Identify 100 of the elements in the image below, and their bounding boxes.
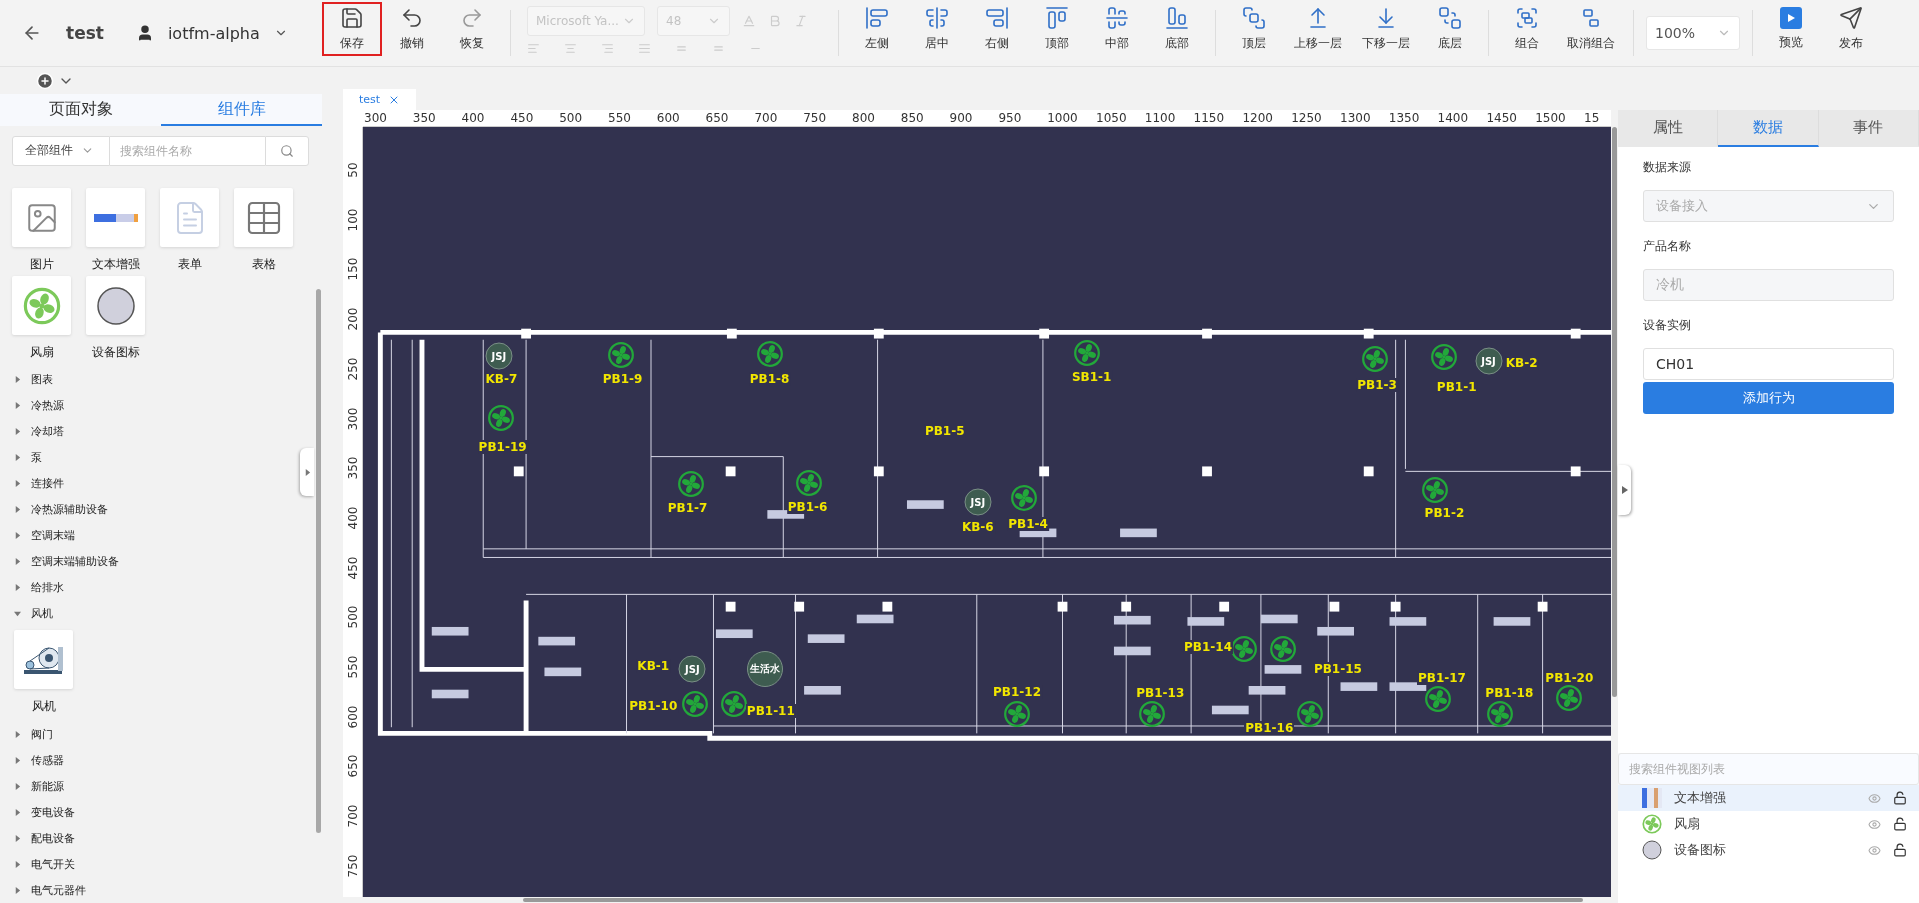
search-button[interactable] bbox=[265, 135, 309, 166]
user-name[interactable]: iotfm-alpha bbox=[167, 23, 260, 43]
text-color-icon[interactable] bbox=[742, 14, 756, 28]
pillar-mark bbox=[725, 466, 736, 477]
category-item[interactable]: 空调末端辅助设备 bbox=[14, 548, 322, 574]
pump-marker: JSJ bbox=[485, 342, 513, 370]
undo-button[interactable]: 撤销 bbox=[382, 2, 442, 56]
device-label: PB1-13 bbox=[1135, 685, 1186, 700]
component-tile[interactable] bbox=[234, 188, 293, 247]
category-select[interactable]: 全部组件 bbox=[12, 135, 110, 166]
publish-button[interactable]: 发布 bbox=[1821, 2, 1881, 56]
document-tab[interactable]: test bbox=[343, 89, 416, 110]
vcenter-button[interactable]: 中部 bbox=[1087, 2, 1147, 56]
back-button[interactable]: 底层 bbox=[1420, 2, 1480, 56]
unlock-icon[interactable] bbox=[1893, 817, 1907, 831]
bottom-button[interactable]: 底部 bbox=[1147, 2, 1207, 56]
down-button[interactable]: 下移一层 bbox=[1352, 2, 1420, 56]
collapse-handle[interactable] bbox=[300, 448, 314, 496]
ungroup-button[interactable]: 取消组合 bbox=[1557, 2, 1625, 56]
pillar-mark bbox=[521, 328, 531, 339]
sensor-tag bbox=[1187, 617, 1224, 626]
component-search-field[interactable]: 搜索组件名称 bbox=[110, 135, 265, 166]
text-align-icon[interactable] bbox=[638, 42, 651, 55]
device-label: KB-1 bbox=[636, 658, 671, 673]
panel-tab[interactable]: 数据 bbox=[1718, 110, 1819, 147]
component-tile[interactable] bbox=[12, 188, 71, 247]
category-item[interactable]: 电气元器件 bbox=[14, 877, 322, 903]
category-item[interactable]: 图表 bbox=[14, 366, 322, 392]
send-to-back-icon bbox=[1438, 6, 1462, 30]
align-center-icon bbox=[925, 6, 949, 30]
panel-tab[interactable]: 组件库 bbox=[161, 94, 322, 126]
save-icon bbox=[340, 6, 364, 30]
layer-row[interactable]: 设备图标 bbox=[1618, 837, 1919, 863]
category-item[interactable]: 冷热源辅助设备 bbox=[14, 496, 322, 522]
layer-row[interactable]: 文本增强 bbox=[1618, 785, 1919, 811]
component-tile[interactable] bbox=[14, 630, 73, 689]
category-item[interactable]: 变电设备 bbox=[14, 799, 322, 825]
category-item[interactable]: 配电设备 bbox=[14, 825, 322, 851]
input-field[interactable]: CH01 bbox=[1643, 348, 1894, 380]
category-item[interactable]: 阀门 bbox=[14, 721, 322, 747]
component-tile[interactable] bbox=[86, 188, 145, 247]
category-item[interactable]: 风机 bbox=[14, 600, 322, 626]
component-tile[interactable] bbox=[12, 276, 71, 335]
pillar-mark bbox=[1363, 328, 1374, 339]
panel-tab[interactable]: 属性 bbox=[1618, 110, 1719, 147]
panel-tab[interactable]: 页面对象 bbox=[0, 94, 161, 126]
sensor-tag bbox=[856, 614, 894, 624]
add-icon[interactable] bbox=[36, 71, 54, 90]
left-button[interactable]: 左侧 bbox=[847, 2, 907, 56]
sensor-tag bbox=[1264, 665, 1302, 674]
category-item[interactable]: 新能源 bbox=[14, 773, 322, 799]
category-item[interactable]: 连接件 bbox=[14, 470, 322, 496]
category-item[interactable]: 冷却塔 bbox=[14, 418, 322, 444]
component-label: 表格 bbox=[251, 256, 276, 273]
category-item[interactable]: 传感器 bbox=[14, 747, 322, 773]
scrollbar[interactable] bbox=[316, 289, 321, 833]
component-tile[interactable] bbox=[160, 188, 219, 247]
scrollbar[interactable] bbox=[523, 898, 1583, 902]
circle-icon bbox=[95, 285, 136, 326]
component-tile[interactable] bbox=[86, 276, 145, 335]
text-align-icon[interactable] bbox=[601, 42, 614, 55]
preview-button[interactable]: 预览 bbox=[1761, 2, 1821, 56]
redo-icon bbox=[460, 6, 484, 30]
unlock-icon[interactable] bbox=[1893, 791, 1907, 805]
group-button[interactable]: 组合 bbox=[1497, 2, 1557, 56]
layer-search-field[interactable]: 搜索组件视图列表 bbox=[1618, 753, 1919, 785]
category-item[interactable]: 电气开关 bbox=[14, 851, 322, 877]
right-button[interactable]: 右侧 bbox=[967, 2, 1027, 56]
top-button[interactable]: 顶部 bbox=[1027, 2, 1087, 56]
add-action-button[interactable]: 添加行为 bbox=[1643, 382, 1894, 414]
category-item[interactable]: 泵 bbox=[14, 444, 322, 470]
eye-icon[interactable] bbox=[1868, 817, 1881, 831]
device-label: PB1-6 bbox=[786, 500, 829, 515]
sensor-tag bbox=[431, 689, 469, 699]
bold-icon[interactable] bbox=[768, 14, 782, 28]
unlock-icon[interactable] bbox=[1893, 843, 1907, 857]
scrollbar[interactable] bbox=[1612, 127, 1617, 697]
component-label: 文本增强 bbox=[91, 256, 140, 273]
eye-icon[interactable] bbox=[1868, 843, 1881, 857]
save-button[interactable]: 保存 bbox=[322, 2, 382, 56]
text-align-icon[interactable] bbox=[527, 42, 540, 55]
front-button[interactable]: 顶层 bbox=[1224, 2, 1284, 56]
layer-row[interactable]: 风扇 bbox=[1618, 811, 1919, 837]
sensor-tag bbox=[1317, 627, 1354, 636]
fan-icon bbox=[677, 470, 705, 498]
collapse-handle[interactable] bbox=[1618, 465, 1631, 515]
redo-button[interactable]: 恢复 bbox=[442, 2, 502, 56]
text-align-icon[interactable] bbox=[564, 42, 577, 55]
vertical-ruler: 50 100 150 200 250 300 350 400 450 500 550 600 650 700 750 bbox=[343, 127, 363, 897]
zoom-select[interactable]: 100% bbox=[1646, 16, 1740, 50]
hcenter-button[interactable]: 居中 bbox=[907, 2, 967, 56]
text-bar-icon bbox=[1642, 788, 1662, 808]
panel-tab[interactable]: 事件 bbox=[1818, 110, 1919, 147]
category-item[interactable]: 给排水 bbox=[14, 574, 322, 600]
italic-icon[interactable] bbox=[794, 14, 808, 28]
eye-icon[interactable] bbox=[1868, 791, 1881, 805]
fan-icon bbox=[1424, 685, 1452, 713]
category-item[interactable]: 冷热源 bbox=[14, 392, 322, 418]
up-button[interactable]: 上移一层 bbox=[1284, 2, 1352, 56]
category-item[interactable]: 空调末端 bbox=[14, 522, 322, 548]
